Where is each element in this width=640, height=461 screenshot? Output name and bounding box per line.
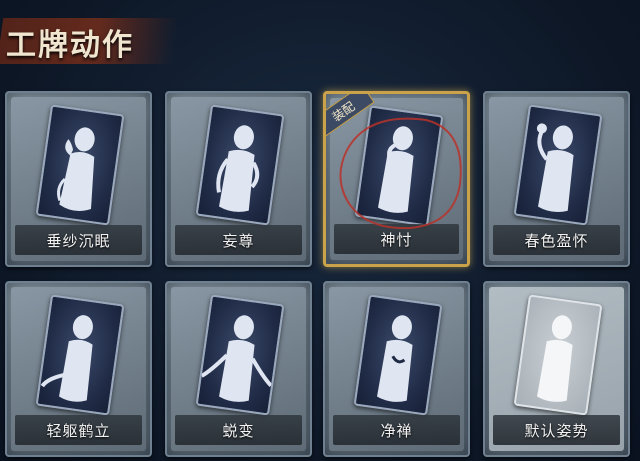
card-label: 默认姿势 — [524, 421, 589, 440]
action-selection-screen: 工牌动作 垂纱沉眠 妄尊 装配 神忖 春色盈怀 轻躯鹤立 蜕变 净禅 默认姿势 — [0, 0, 640, 461]
card-label: 蜕变 — [222, 421, 255, 440]
pose-silhouette-icon — [57, 127, 95, 212]
pose-silhouette-icon — [377, 315, 413, 402]
action-card-7[interactable]: 净禅 — [323, 281, 470, 457]
card-label-bar: 默认姿势 — [493, 415, 620, 445]
card-label-bar: 神忖 — [334, 224, 459, 254]
card-label-bar: 蜕变 — [175, 415, 302, 445]
card-label: 神忖 — [380, 230, 413, 249]
card-art — [513, 294, 603, 416]
action-card-2[interactable]: 妄尊 — [165, 91, 312, 267]
card-label: 妄尊 — [222, 231, 255, 250]
card-art — [354, 105, 444, 227]
card-label-bar: 垂纱沉眠 — [15, 225, 142, 255]
card-label: 净禅 — [380, 421, 413, 440]
card-label-bar: 净禅 — [333, 415, 460, 445]
card-label: 春色盈怀 — [524, 231, 589, 250]
card-art — [353, 294, 443, 416]
action-card-1[interactable]: 垂纱沉眠 — [5, 91, 152, 267]
pose-silhouette-icon — [216, 125, 260, 212]
card-art — [35, 104, 125, 226]
card-art — [195, 104, 285, 226]
card-label-bar: 轻躯鹤立 — [15, 415, 142, 445]
card-label-bar: 妄尊 — [175, 225, 302, 255]
action-card-3-selected[interactable]: 装配 神忖 — [323, 91, 470, 267]
card-label: 轻躯鹤立 — [46, 421, 111, 440]
pose-silhouette-icon — [378, 126, 414, 213]
action-card-5[interactable]: 轻躯鹤立 — [5, 281, 152, 457]
pose-silhouette-icon — [40, 315, 93, 402]
card-art — [35, 294, 125, 416]
action-card-8[interactable]: 默认姿势 — [483, 281, 630, 457]
pose-silhouette-icon — [536, 123, 574, 213]
action-card-6[interactable]: 蜕变 — [165, 281, 312, 457]
pose-silhouette-icon — [537, 315, 573, 402]
card-art — [195, 294, 285, 416]
pose-silhouette-icon — [200, 315, 273, 402]
card-label-bar: 春色盈怀 — [493, 225, 620, 255]
page-title-text: 工牌动作 — [6, 28, 134, 63]
card-label: 垂纱沉眠 — [46, 231, 111, 250]
action-card-4[interactable]: 春色盈怀 — [483, 91, 630, 267]
page-title: 工牌动作 — [0, 6, 190, 76]
card-grid: 垂纱沉眠 妄尊 装配 神忖 春色盈怀 轻躯鹤立 蜕变 净禅 默认姿势 — [5, 91, 635, 461]
card-art — [513, 104, 603, 226]
